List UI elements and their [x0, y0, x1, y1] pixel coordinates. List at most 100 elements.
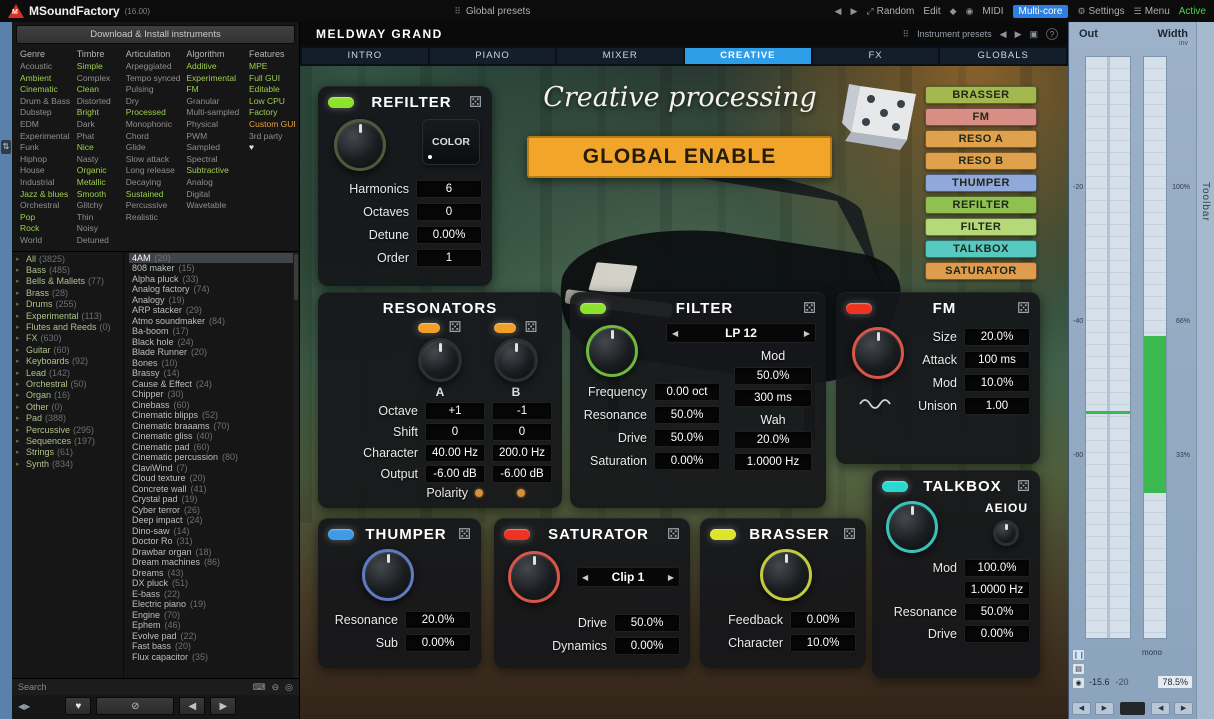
category-item[interactable]: ▸ Lead (142): [16, 368, 123, 379]
filter-item[interactable]: Spectral: [186, 154, 245, 166]
filter-item[interactable]: Sampled: [186, 142, 245, 154]
filter-item[interactable]: Drum & Bass: [20, 96, 73, 108]
expander-icon[interactable]: ▸: [16, 254, 23, 265]
filter-item[interactable]: Editable: [249, 84, 293, 96]
filter-item[interactable]: World: [20, 235, 73, 247]
param-value[interactable]: 10.0%: [964, 374, 1030, 392]
tab[interactable]: GLOBALS: [940, 48, 1066, 64]
param-value-b[interactable]: 200.0 Hz: [492, 444, 552, 462]
preset-item[interactable]: Crystal pad (19): [129, 494, 299, 505]
param-value[interactable]: 0: [416, 203, 482, 221]
param-value[interactable]: 50.0%: [654, 406, 720, 424]
width-meter[interactable]: [1143, 56, 1167, 639]
filter-item[interactable]: Dubstep: [20, 107, 73, 119]
expander-icon[interactable]: ▸: [16, 425, 23, 436]
preset-item[interactable]: Cinematic gliss (40): [129, 431, 299, 442]
preset-item[interactable]: Brassy (14): [129, 368, 299, 379]
out-value[interactable]: -15.6: [1089, 677, 1110, 687]
filter-item[interactable]: Chord: [126, 131, 183, 143]
panel-width-arrows[interactable]: ◀▶: [18, 702, 30, 711]
filter-item[interactable]: Experimental: [20, 131, 73, 143]
param-value[interactable]: 50.0%: [614, 614, 680, 632]
width-prev-arrow[interactable]: ◀: [1151, 702, 1170, 715]
lfo-sine-icon[interactable]: [858, 395, 898, 413]
refilter-knob[interactable]: [334, 119, 386, 171]
scrollbar-thumb[interactable]: [294, 254, 298, 300]
filter-item[interactable]: Nice: [77, 142, 122, 154]
module-button[interactable]: SATURATOR: [925, 262, 1037, 280]
filter-item[interactable]: Rock: [20, 223, 73, 235]
randomize-icon[interactable]: ⚄: [458, 527, 471, 542]
expander-icon[interactable]: ▸: [16, 333, 23, 344]
filter-item[interactable]: Bright: [77, 107, 122, 119]
filter-item[interactable]: Custom GUI: [249, 119, 293, 131]
filter-item[interactable]: Distorted: [77, 96, 122, 108]
filter-knob[interactable]: [586, 325, 638, 377]
category-item[interactable]: ▸ Bells & Mallets (77): [16, 276, 123, 287]
param-value[interactable]: 1.00: [964, 397, 1030, 415]
filter-item[interactable]: Multi-sampled: [186, 107, 245, 119]
meter-next-arrow[interactable]: ▶: [1095, 702, 1114, 715]
next-preset-button[interactable]: ▶: [210, 697, 236, 715]
thumper-enable-led[interactable]: [328, 529, 354, 540]
filter-item[interactable]: FM: [186, 84, 245, 96]
disable-filter-button[interactable]: ⊘: [96, 697, 174, 715]
filter-header[interactable]: Articulation: [126, 49, 183, 59]
layers-icon[interactable]: ▤: [1072, 663, 1085, 675]
module-button[interactable]: THUMPER: [925, 174, 1037, 192]
filter-item[interactable]: Jazz & blues: [20, 189, 73, 201]
filter-item[interactable]: Pop: [20, 212, 73, 224]
preset-item[interactable]: Alpha pluck (33): [129, 274, 299, 285]
module-button[interactable]: FILTER: [925, 218, 1037, 236]
multicore-button[interactable]: Multi-core: [1013, 5, 1069, 18]
preset-item[interactable]: Fast bass (20): [129, 641, 299, 652]
expander-icon[interactable]: ▸: [16, 311, 23, 322]
param-value[interactable]: 0.00%: [654, 452, 720, 470]
edit-button[interactable]: Edit: [923, 6, 940, 17]
category-item[interactable]: ▸ Flutes and Reeds (0): [16, 322, 123, 333]
fm-knob[interactable]: [852, 327, 904, 379]
power-icon[interactable]: ◉: [1072, 677, 1085, 689]
meter-prev-arrow[interactable]: ◀: [1072, 702, 1091, 715]
saturator-enable-led[interactable]: [504, 529, 530, 540]
filter-item[interactable]: Experimental: [186, 73, 245, 85]
filter-item[interactable]: Digital: [186, 189, 245, 201]
keyboard-icon[interactable]: ⌨: [253, 682, 266, 693]
filter-item[interactable]: Noisy: [77, 223, 122, 235]
filter-item[interactable]: Low CPU: [249, 96, 293, 108]
preset-item[interactable]: Ba-boom (17): [129, 326, 299, 337]
filter-item[interactable]: Funk: [20, 142, 73, 154]
help-icon[interactable]: ?: [1046, 28, 1058, 40]
filter-item[interactable]: Sustained: [126, 189, 183, 201]
preset-item[interactable]: 808 maker (15): [129, 263, 299, 274]
expander-icon[interactable]: ▸: [16, 276, 23, 287]
filter-item[interactable]: ♥: [249, 142, 293, 154]
settings-button[interactable]: ⚙Settings: [1077, 6, 1124, 17]
target-icon[interactable]: ◎: [285, 682, 293, 693]
filter-item[interactable]: Pulsing: [126, 84, 183, 96]
param-value-a[interactable]: +1: [425, 402, 485, 420]
module-button[interactable]: REFILTER: [925, 196, 1037, 214]
category-item[interactable]: ▸ Brass (28): [16, 288, 123, 299]
filter-item[interactable]: Thin: [77, 212, 122, 224]
randomize-icon[interactable]: ⚄: [1017, 301, 1030, 316]
category-item[interactable]: ▸ Guitar (60): [16, 345, 123, 356]
param-value[interactable]: 20.0%: [964, 328, 1030, 346]
module-button[interactable]: RESO A: [925, 130, 1037, 148]
resonator-b-led[interactable]: [494, 323, 516, 333]
polarity-a-toggle[interactable]: [475, 489, 483, 497]
category-item[interactable]: ▸ Drums (255): [16, 299, 123, 310]
filter-item[interactable]: Orchestral: [20, 200, 73, 212]
expander-icon[interactable]: ▸: [16, 447, 23, 458]
param-value-a[interactable]: 0: [425, 423, 485, 441]
width-value[interactable]: 78.5%: [1157, 675, 1193, 689]
preset-item[interactable]: ARP stacker (29): [129, 305, 299, 316]
param-value[interactable]: 20.0%: [405, 611, 471, 629]
preset-item[interactable]: Cloud texture (20): [129, 473, 299, 484]
prev-global-preset-button[interactable]: ◀: [835, 6, 842, 17]
randomize-icon[interactable]: ⚄: [524, 320, 537, 335]
param-value-a[interactable]: -6.00 dB: [425, 465, 485, 483]
preset-item[interactable]: Blade Runner (20): [129, 347, 299, 358]
filter-item[interactable]: Clean: [77, 84, 122, 96]
param-value[interactable]: 1.0000 Hz: [964, 581, 1030, 599]
